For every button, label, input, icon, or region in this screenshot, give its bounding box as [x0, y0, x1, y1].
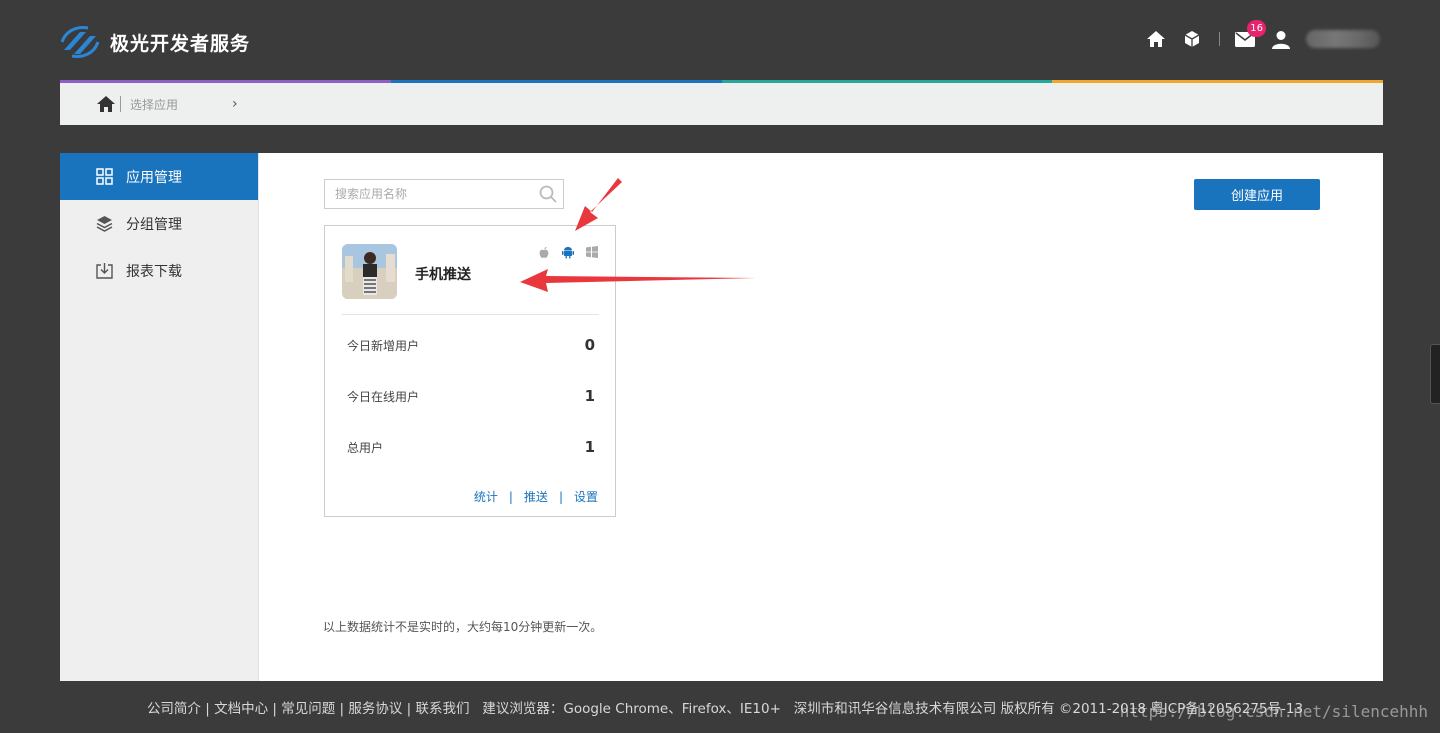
search-icon[interactable] [539, 185, 557, 203]
windows-icon [586, 246, 598, 258]
footer-link-terms[interactable]: 服务协议 [348, 701, 402, 717]
link-divider: | [508, 489, 513, 504]
home-icon[interactable] [1145, 28, 1167, 50]
android-icon [562, 247, 574, 259]
sidebar-item-app-management[interactable]: 应用管理 [60, 153, 258, 200]
app-name[interactable]: 手机推送 [415, 264, 471, 284]
stat-value: 1 [584, 387, 595, 405]
footer-link-contact[interactable]: 联系我们 [416, 701, 470, 717]
create-app-button[interactable]: 创建应用 [1194, 179, 1320, 210]
sidebar-item-group-management[interactable]: 分组管理 [60, 200, 258, 247]
apple-icon [539, 247, 549, 258]
stats-refresh-note: 以上数据统计不是实时的，大约每10分钟更新一次。 [323, 620, 603, 634]
sidebar: 应用管理 分组管理 报表下载 [60, 153, 259, 681]
stat-label: 总用户 [347, 440, 384, 455]
top-toolbar: 16 [1131, 20, 1380, 50]
chevron-right-icon[interactable]: › [232, 96, 238, 112]
app-card-header: 手机推送 [342, 244, 599, 315]
sidebar-item-label: 应用管理 [126, 169, 182, 186]
breadcrumb: 选择应用 › [60, 83, 1383, 125]
app-card-links: 统计 | 推送 | 设置 [474, 488, 598, 505]
link-divider: | [558, 489, 563, 504]
footer-link-faq[interactable]: 常见问题 [281, 701, 335, 717]
stat-row-online-users: 今日在线用户 1 [347, 387, 595, 405]
platform-icons [537, 245, 599, 259]
brand-logo[interactable]: 极光开发者服务 [60, 24, 250, 60]
sidebar-item-report-download[interactable]: 报表下载 [60, 247, 258, 294]
cube-icon[interactable] [1181, 28, 1203, 50]
footer-link-about[interactable]: 公司简介 [147, 701, 201, 717]
app-avatar[interactable] [342, 244, 397, 299]
username-redacted[interactable] [1306, 30, 1380, 48]
breadcrumb-home-icon[interactable] [96, 95, 116, 113]
sidebar-item-label: 报表下载 [126, 263, 182, 280]
link-push[interactable]: 推送 [524, 488, 548, 505]
mail-icon[interactable]: 16 [1234, 20, 1266, 50]
link-statistics[interactable]: 统计 [474, 488, 498, 505]
stat-row-total-users: 总用户 1 [347, 438, 595, 456]
user-icon[interactable] [1270, 28, 1292, 50]
search-box [324, 179, 564, 209]
watermark: https://blog.csdn.net/silencehhh [1119, 702, 1428, 721]
layers-icon [95, 215, 113, 233]
download-icon [95, 262, 113, 280]
grid-icon [95, 168, 113, 186]
footer-browsers: 建议浏览器：Google Chrome、Firefox、IE10+ [482, 701, 781, 717]
footer-link-docs[interactable]: 文档中心 [214, 701, 268, 717]
stat-label: 今日新增用户 [347, 338, 420, 353]
stat-row-new-users: 今日新增用户 0 [347, 336, 595, 354]
sidebar-item-label: 分组管理 [126, 216, 182, 233]
edge-widget[interactable] [1430, 344, 1440, 404]
toolbar-divider [1219, 32, 1220, 46]
brand-name: 极光开发者服务 [110, 32, 251, 55]
stat-label: 今日在线用户 [347, 389, 420, 404]
stat-value: 0 [584, 336, 595, 354]
breadcrumb-divider [120, 96, 121, 112]
jiguang-logo-icon [60, 26, 100, 58]
link-settings[interactable]: 设置 [574, 488, 598, 505]
breadcrumb-select-app[interactable]: 选择应用 [130, 96, 178, 113]
search-input[interactable] [335, 187, 525, 201]
main-panel: 应用管理 分组管理 报表下载 创建应用 [60, 153, 1383, 681]
stat-value: 1 [584, 438, 595, 456]
mail-count-badge: 16 [1247, 20, 1266, 37]
app-card: 手机推送 今日新增用户 0 今日在线用户 1 总用户 1 统计 | 推送 | 设… [324, 225, 616, 517]
